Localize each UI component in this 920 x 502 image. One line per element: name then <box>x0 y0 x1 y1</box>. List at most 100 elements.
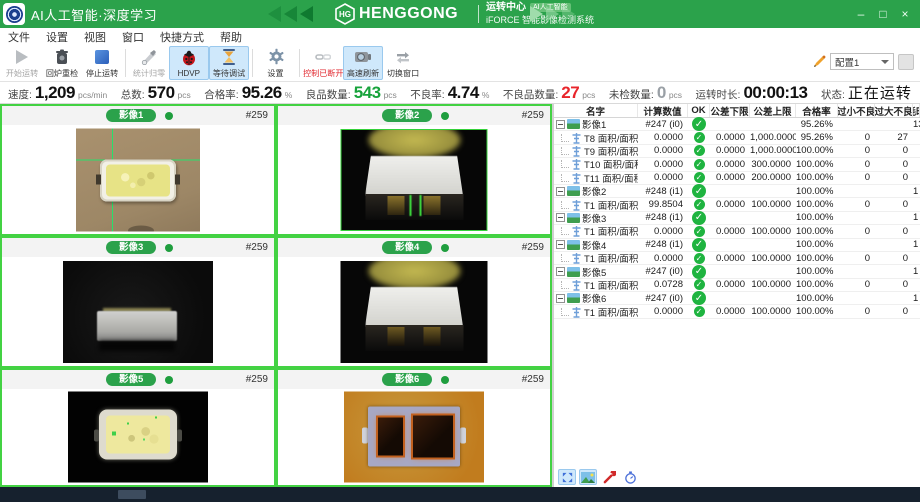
carousel-right-arrows-icon[interactable] <box>530 6 575 22</box>
table-row[interactable]: 影像6 #247 (i0) ✓ 100.00% 1 <box>554 292 920 305</box>
config-more-button[interactable] <box>898 54 914 70</box>
scrollbar-thumb[interactable] <box>118 490 146 499</box>
stat-run-time: 运转时长:00:00:13 <box>696 83 808 103</box>
app-logo-icon <box>3 3 25 25</box>
tools-button[interactable] <box>600 469 618 485</box>
frame-counter: #259 <box>246 242 268 253</box>
tolerance-low: 0.0000 <box>710 159 750 170</box>
wait-debug-button[interactable]: 等待调试 <box>209 46 249 80</box>
fit-view-button[interactable] <box>558 469 576 485</box>
ok-cell: ✓ <box>688 291 710 305</box>
svg-text:HG: HG <box>339 10 351 19</box>
pass-rate: 100.00% <box>796 172 838 183</box>
settings-button[interactable]: 设置 <box>256 46 296 80</box>
camera-image[interactable] <box>278 389 550 485</box>
too-big-count: 0 <box>875 145 913 156</box>
image-thumb-icon <box>567 267 580 277</box>
minimize-button[interactable]: – <box>850 0 872 28</box>
pencil-icon <box>812 55 826 69</box>
tree-elbow <box>561 160 569 168</box>
pass-rate: 100.00% <box>796 226 838 237</box>
camera-panel-5[interactable]: 影像5 #259 <box>0 368 276 487</box>
measured-value: 0.0000 <box>638 145 688 156</box>
measure-tool-icon <box>571 158 582 170</box>
menu-file[interactable]: 文件 <box>8 29 30 45</box>
tree-expand-icon[interactable] <box>556 213 565 222</box>
start-run-button[interactable]: 开始运转 <box>2 46 42 80</box>
table-row[interactable]: T1 面积/面积 99.8504 ✓ 0.0000 100.0000 100.0… <box>554 198 920 211</box>
tree-expand-icon[interactable] <box>556 267 565 276</box>
too-small-count: 0 <box>838 132 875 143</box>
tree-expand-icon[interactable] <box>556 240 565 249</box>
camera-image[interactable] <box>278 125 550 234</box>
camera-image[interactable] <box>278 257 550 366</box>
table-row[interactable]: T9 面积/面积 0.0000 ✓ 0.0000 1,000.0000 100.… <box>554 145 920 158</box>
brand-name: HENGGONG <box>359 5 458 23</box>
switch-window-button[interactable]: 切换窗口 <box>383 46 423 80</box>
image-thumb-icon <box>567 186 580 196</box>
table-row[interactable]: T1 面积/面积 0.0000 ✓ 0.0000 100.0000 100.00… <box>554 225 920 238</box>
table-row[interactable]: T1 面积/面积 0.0000 ✓ 0.0000 100.0000 100.00… <box>554 252 920 265</box>
play-icon <box>16 48 28 66</box>
menu-view[interactable]: 视图 <box>84 29 106 45</box>
ok-check-icon: ✓ <box>692 184 706 198</box>
control-disconnected-button[interactable]: 控制已断开 <box>303 46 343 80</box>
table-row[interactable]: 影像4 #248 (i1) ✓ 100.00% 1 <box>554 239 920 252</box>
table-row[interactable]: 影像1 #247 (i0) ✓ 95.26% 13 <box>554 118 920 131</box>
camera-panel-3[interactable]: 影像3 #259 <box>0 236 276 368</box>
camera-panel-4[interactable]: 影像4 #259 <box>276 236 552 368</box>
config-dropdown[interactable]: 配置1 <box>830 53 894 70</box>
brand-logo: HG HENGGONG <box>335 3 458 25</box>
measured-value: 0.0000 <box>638 159 688 170</box>
pass-rate: 95.26% <box>796 119 838 130</box>
image-display-button[interactable] <box>579 469 597 485</box>
tree-expand-icon[interactable] <box>556 187 565 196</box>
table-row[interactable]: 影像2 #248 (i1) ✓ 100.00% 1 <box>554 185 920 198</box>
stop-run-button[interactable]: 停止运转 <box>82 46 122 80</box>
pass-rate: 100.00% <box>796 186 838 197</box>
table-row[interactable]: T11 面积/面积 0.0000 ✓ 0.0000 200.0000 100.0… <box>554 172 920 185</box>
tree-expand-icon[interactable] <box>556 294 565 303</box>
table-row[interactable]: T1 面积/面积 0.0728 ✓ 0.0000 100.0000 100.00… <box>554 279 920 292</box>
too-big-count: 0 <box>875 253 913 264</box>
reset-stats-button[interactable]: 统计归零 <box>129 46 169 80</box>
camera-header: 影像6 #259 <box>278 370 550 389</box>
fast-refresh-button[interactable]: 高速刷新 <box>343 46 383 80</box>
carousel-left-arrows-icon[interactable] <box>268 6 313 22</box>
camera-grid: 影像1 #259 影像2 #259 <box>0 104 552 487</box>
tolerance-low: 0.0000 <box>710 306 750 317</box>
menu-shortcuts[interactable]: 快捷方式 <box>160 29 204 45</box>
table-row[interactable]: T1 面积/面积 0.0000 ✓ 0.0000 100.0000 100.00… <box>554 305 920 318</box>
recycle-bin-icon <box>55 48 69 66</box>
menu-settings[interactable]: 设置 <box>46 29 68 45</box>
camera-panel-6[interactable]: 影像6 #259 <box>276 368 552 487</box>
menu-window[interactable]: 窗口 <box>122 29 144 45</box>
pass-rate: 100.00% <box>796 239 838 250</box>
table-row[interactable]: T10 面积/面积 0.0000 ✓ 0.0000 300.0000 100.0… <box>554 158 920 171</box>
recheck-button[interactable]: 回炉重检 <box>42 46 82 80</box>
ok-cell: ✓ <box>688 132 710 143</box>
menu-help[interactable]: 帮助 <box>220 29 242 45</box>
measure-tool-icon <box>571 225 582 237</box>
camera-image[interactable] <box>2 389 274 485</box>
table-row[interactable]: 影像3 #248 (i1) ✓ 100.00% 1 <box>554 212 920 225</box>
camera-image[interactable] <box>2 257 274 366</box>
hdvp-button[interactable]: HDVP <box>169 46 209 80</box>
toolbar-separator <box>299 49 300 77</box>
maximize-button[interactable]: □ <box>872 0 894 28</box>
shuttlecock-icon <box>141 48 157 66</box>
results-tree: 影像1 #247 (i0) ✓ 95.26% 13 T8 面积/面积 0.000… <box>554 118 920 319</box>
close-button[interactable]: × <box>894 0 916 28</box>
measure-tool-icon <box>571 279 582 291</box>
fit-view-icon <box>561 471 574 484</box>
table-row[interactable]: 影像5 #247 (i0) ✓ 100.00% 1 <box>554 265 920 278</box>
ok-check-icon: ✓ <box>692 265 706 279</box>
camera-image[interactable] <box>2 125 274 234</box>
camera-panel-2[interactable]: 影像2 #259 <box>276 104 552 236</box>
timer-button[interactable] <box>621 469 639 485</box>
table-row[interactable]: T8 面积/面积 0.0000 ✓ 0.0000 1,000.0000 95.2… <box>554 131 920 144</box>
measure-tool-icon <box>571 145 582 157</box>
camera-panel-1[interactable]: 影像1 #259 <box>0 104 276 236</box>
app-title: AI人工智能·深度学习 <box>31 5 157 24</box>
tree-expand-icon[interactable] <box>556 120 565 129</box>
